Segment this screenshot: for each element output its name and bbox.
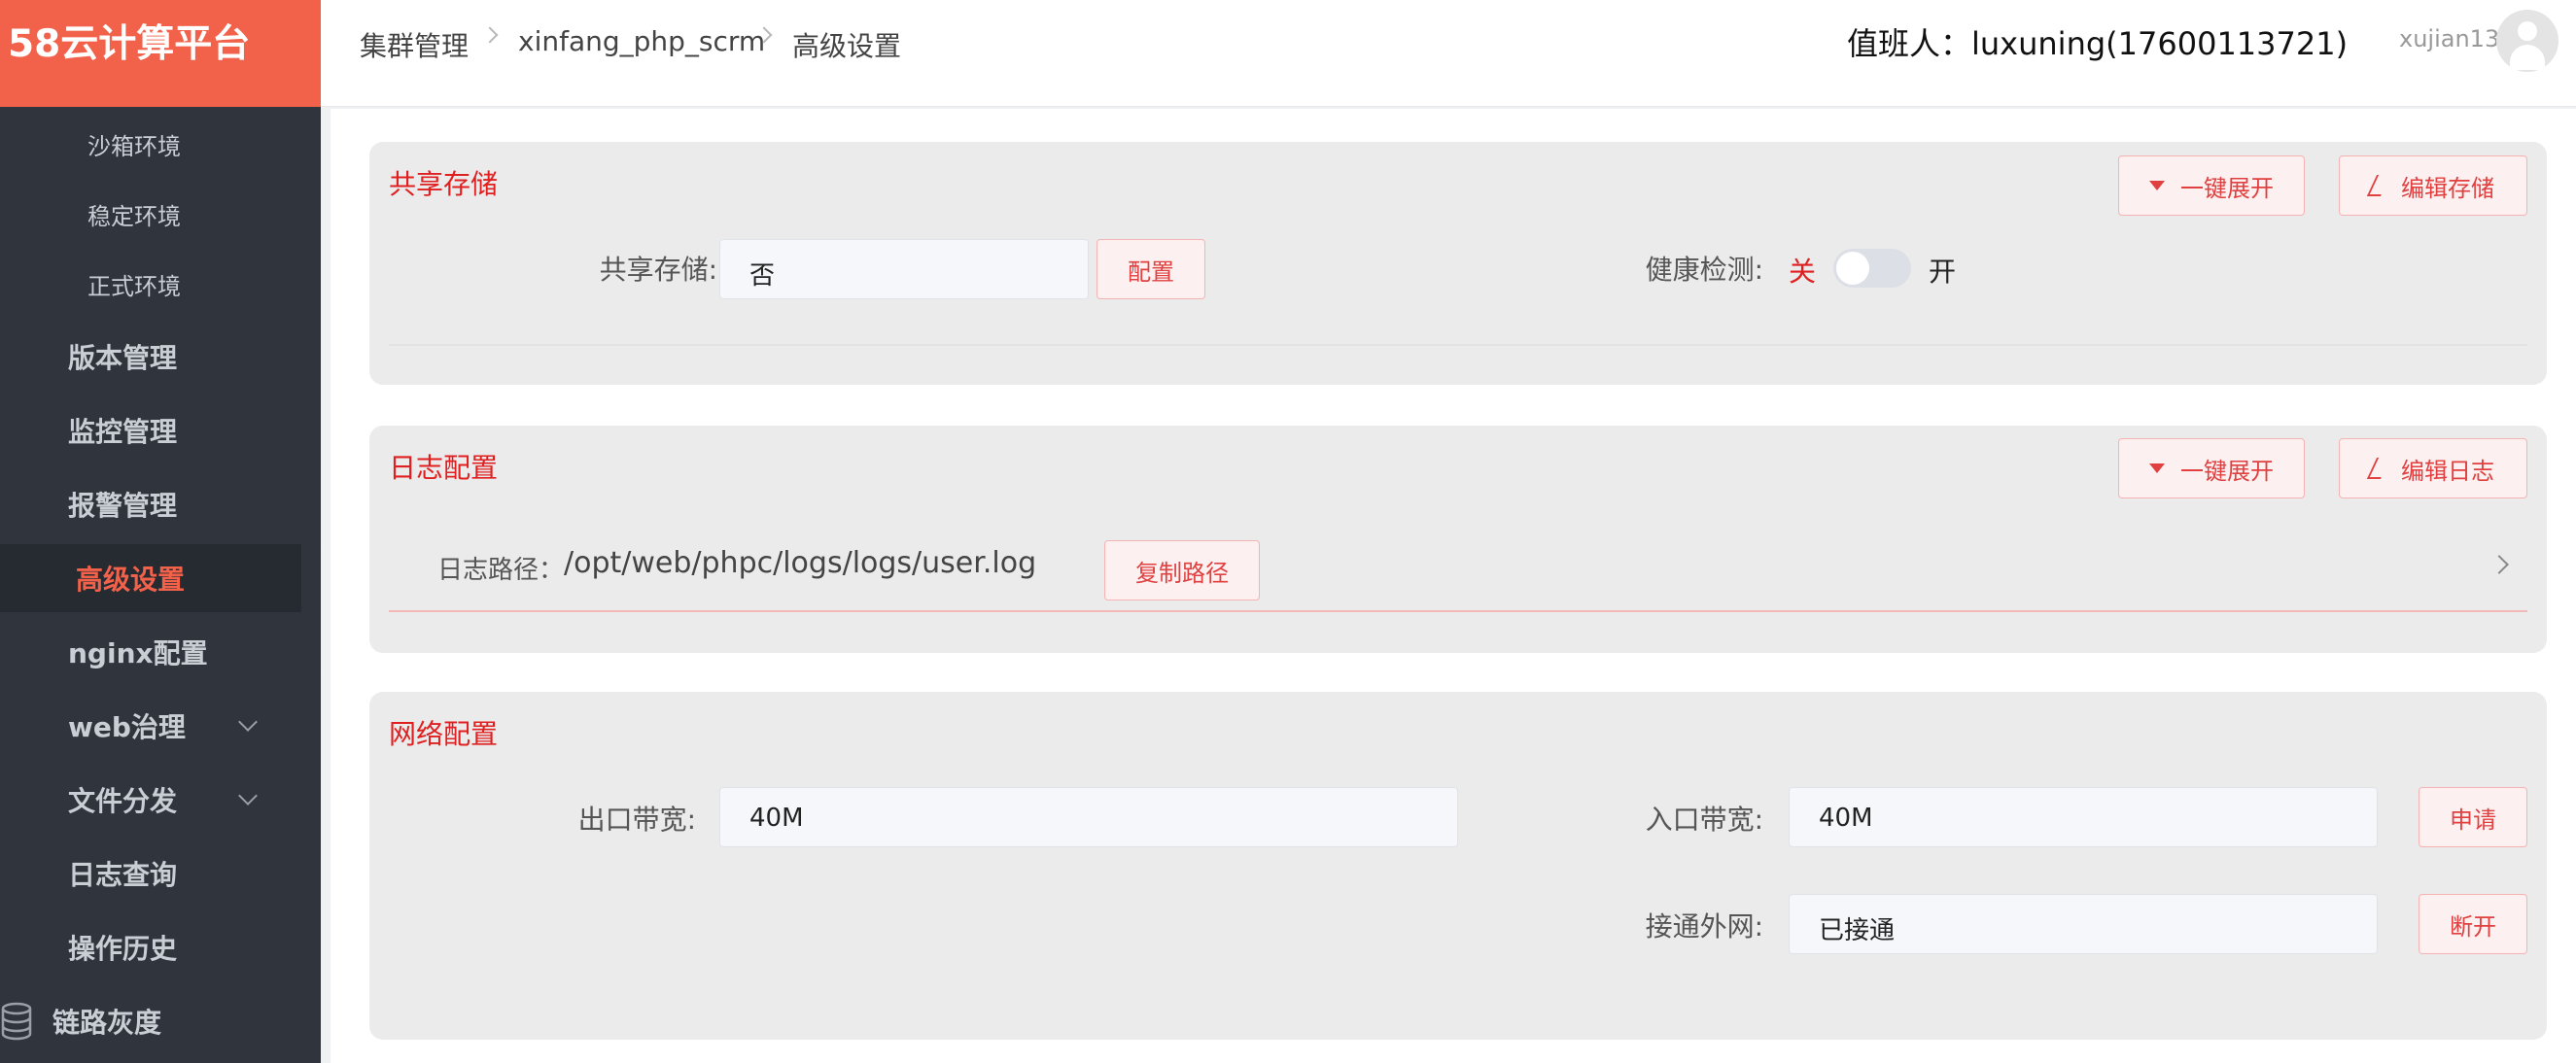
- shared-storage-panel: 共享存储 一键展开 编辑存储 共享存储: 否 配置 健康检测: 关 开: [369, 142, 2547, 385]
- chevron-down-icon: [238, 712, 258, 732]
- divider: [389, 344, 2527, 346]
- button-label: 编辑存储: [2401, 174, 2494, 202]
- button-label: 一键展开: [2180, 457, 2274, 485]
- network-config-panel: 网络配置 出口带宽: 40M 入口带宽: 40M 申请 接通外网: 已接通 断开: [369, 692, 2547, 1040]
- divider: [389, 610, 2527, 612]
- sidebar-item-web-governance[interactable]: web治理: [0, 692, 301, 760]
- sidebar-item-trace-gray[interactable]: 链路灰度: [0, 987, 301, 1055]
- sidebar-item-sandbox[interactable]: 沙箱环境: [0, 115, 301, 173]
- sidebar-item-label: 链路灰度: [52, 1007, 162, 1039]
- shared-storage-label-text: 共享存储:: [599, 254, 717, 286]
- breadcrumb-current: 高级设置: [792, 30, 902, 62]
- sidebar-item-stable[interactable]: 稳定环境: [0, 185, 301, 243]
- edit-icon: [2366, 175, 2391, 196]
- edit-log-button[interactable]: 编辑日志: [2339, 438, 2527, 498]
- external-network-input[interactable]: 已接通: [1789, 894, 2378, 954]
- edit-storage-button[interactable]: 编辑存储: [2339, 155, 2527, 216]
- log-config-title: 日志配置: [389, 452, 499, 484]
- sidebar: 58云计算平台 沙箱环境 稳定环境 正式环境 版本管理 监控管理 报警管理 高级…: [0, 0, 321, 1063]
- sidebar-item-alarm[interactable]: 报警管理: [0, 470, 301, 538]
- apply-button[interactable]: 申请: [2419, 787, 2527, 847]
- sidebar-item-file-distribution[interactable]: 文件分发: [0, 766, 301, 834]
- expand-all-button[interactable]: 一键展开: [2118, 155, 2305, 216]
- sidebar-item-nginx[interactable]: nginx配置: [0, 618, 301, 686]
- avatar[interactable]: [2496, 10, 2559, 72]
- sidebar-item-label: web治理: [68, 711, 186, 743]
- breadcrumb-separator-icon: [481, 26, 499, 44]
- username[interactable]: xujian13: [2399, 25, 2499, 52]
- button-label: 编辑日志: [2401, 457, 2494, 485]
- caret-down-icon: [2149, 463, 2165, 473]
- shared-storage-title: 共享存储: [389, 168, 499, 200]
- egress-bandwidth-label: 出口带宽:: [577, 804, 696, 836]
- ingress-bandwidth-label: 入口带宽:: [1645, 804, 1763, 836]
- edit-icon: [2366, 458, 2391, 479]
- caret-down-icon: [2149, 181, 2165, 190]
- on-duty-info: 值班人：luxuning(17600113721): [1847, 25, 2349, 62]
- disconnect-button[interactable]: 断开: [2419, 894, 2527, 954]
- health-check-toggle[interactable]: [1833, 249, 1911, 288]
- chevron-down-icon: [238, 786, 258, 806]
- sidebar-item-advanced[interactable]: 高级设置: [0, 544, 301, 612]
- health-on-label: 开: [1929, 256, 1957, 288]
- sidebar-item-label: 文件分发: [68, 785, 178, 817]
- copy-path-button[interactable]: 复制路径: [1104, 540, 1260, 600]
- sidebar-item-log-query[interactable]: 日志查询: [0, 840, 301, 908]
- database-icon: [1, 1002, 32, 1041]
- toggle-knob: [1836, 252, 1869, 285]
- sidebar-item-version[interactable]: 版本管理: [0, 323, 301, 391]
- top-header: 集群管理 xinfang_php_scrm 高级设置 值班人：luxuning(…: [321, 0, 2576, 107]
- app-logo[interactable]: 58云计算平台: [0, 0, 321, 107]
- shared-storage-input[interactable]: 否: [719, 239, 1089, 299]
- breadcrumb-cluster[interactable]: 集群管理: [360, 25, 469, 64]
- chevron-right-icon[interactable]: [2489, 555, 2509, 574]
- health-off-label: 关: [1789, 256, 1817, 288]
- egress-bandwidth-input[interactable]: 40M: [719, 787, 1458, 847]
- health-check-label: 健康检测:: [1645, 254, 1763, 286]
- log-config-panel: 日志配置 一键展开 编辑日志 日志路径： /opt/web/phpc/logs/…: [369, 426, 2547, 653]
- sidebar-item-monitor[interactable]: 监控管理: [0, 396, 301, 464]
- button-label: 一键展开: [2180, 174, 2274, 202]
- sidebar-item-history[interactable]: 操作历史: [0, 913, 301, 981]
- ingress-bandwidth-input[interactable]: 40M: [1789, 787, 2378, 847]
- sidebar-item-production[interactable]: 正式环境: [0, 255, 301, 313]
- log-path-value: /opt/web/phpc/logs/logs/user.log: [564, 546, 1037, 580]
- config-button[interactable]: 配置: [1097, 239, 1205, 299]
- external-network-label: 接通外网:: [1645, 910, 1763, 943]
- expand-all-button[interactable]: 一键展开: [2118, 438, 2305, 498]
- log-path-label: 日志路径：: [437, 556, 565, 585]
- breadcrumb-app[interactable]: xinfang_php_scrm: [518, 25, 765, 57]
- network-config-title: 网络配置: [389, 718, 499, 750]
